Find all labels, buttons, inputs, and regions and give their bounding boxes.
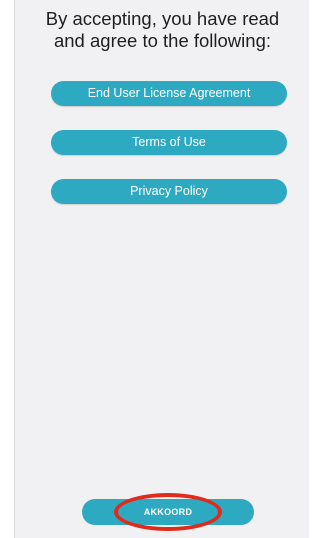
consent-screen: By accepting, you have read and agree to…	[14, 0, 309, 538]
heading-line-2: and agree to the following:	[53, 30, 271, 51]
terms-of-use-button[interactable]: Terms of Use	[51, 130, 287, 155]
eula-button[interactable]: End User License Agreement	[51, 81, 287, 106]
heading-line-1: By accepting, you have read	[45, 8, 280, 29]
accept-button[interactable]: AKKOORD	[82, 499, 254, 525]
consent-heading: By accepting, you have read and agree to…	[15, 8, 310, 52]
privacy-policy-button[interactable]: Privacy Policy	[51, 179, 287, 204]
accept-button-label: AKKOORD	[143, 507, 193, 517]
